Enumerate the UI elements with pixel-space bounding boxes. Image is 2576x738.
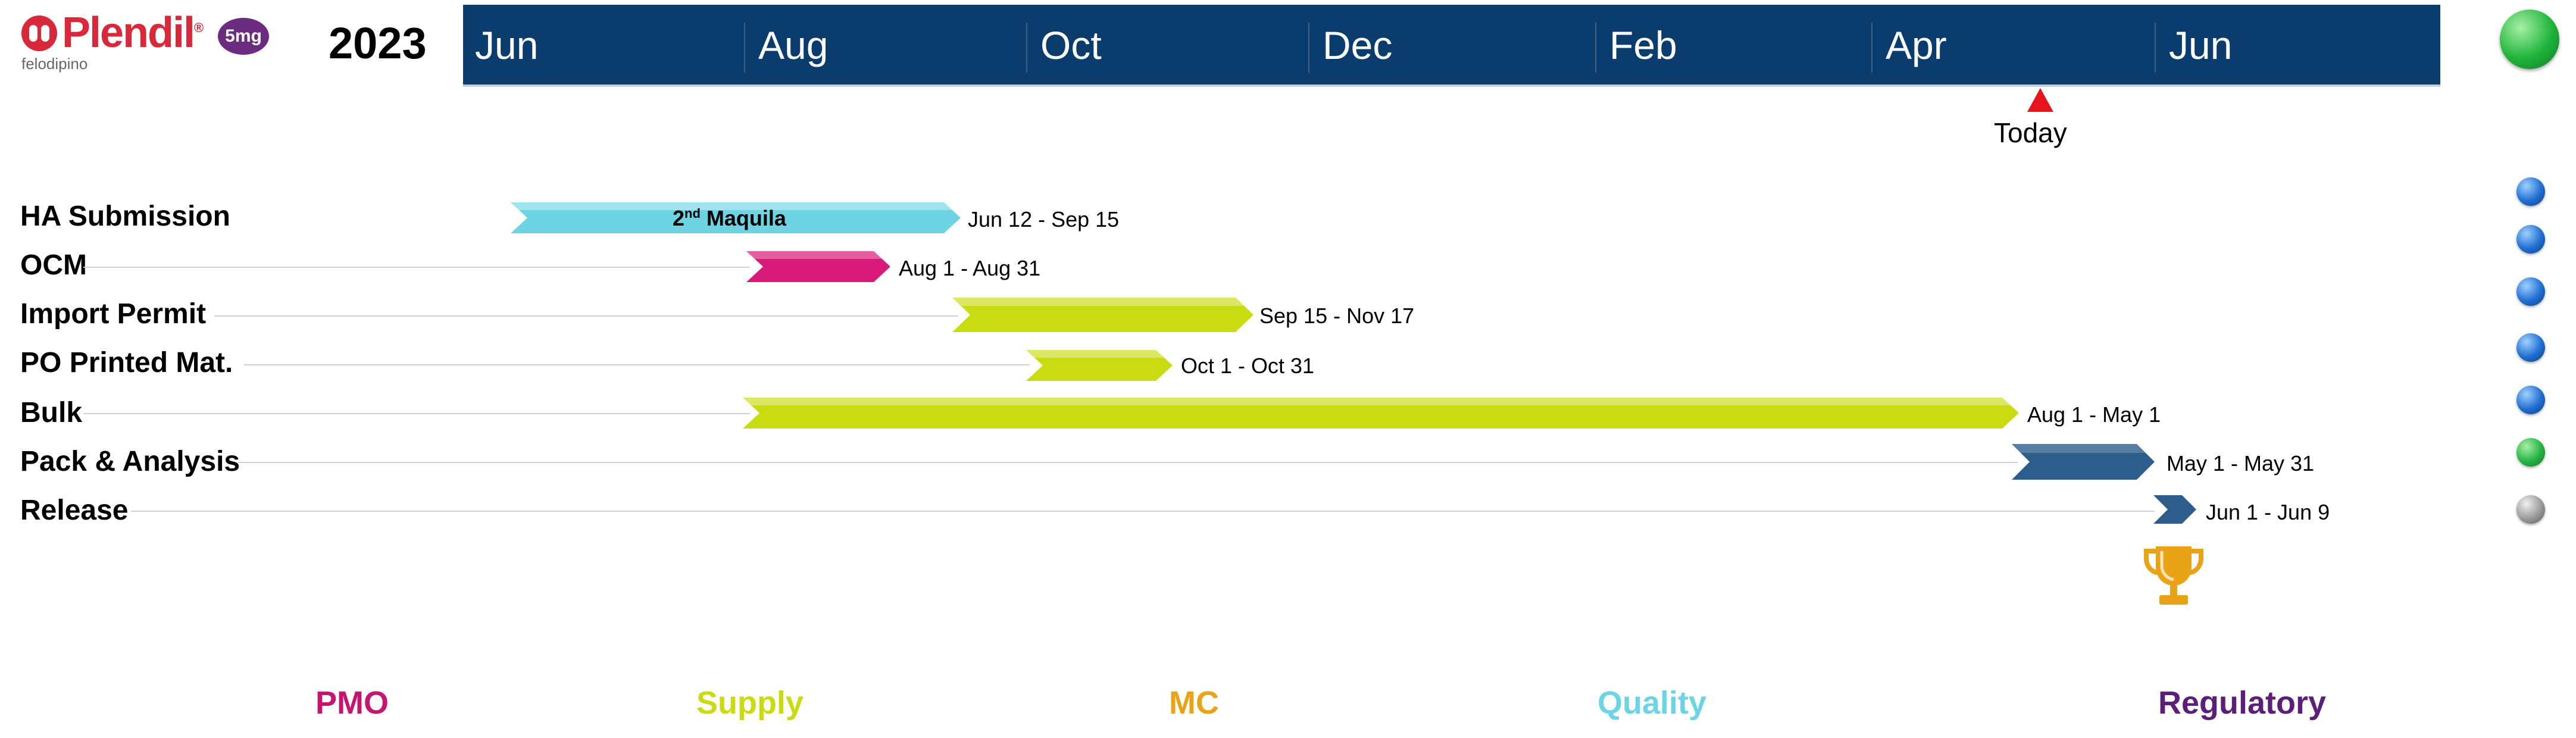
month-divider — [1871, 23, 1872, 73]
task-bar[interactable] — [2012, 444, 2155, 480]
category-pmo: PMO — [315, 685, 389, 721]
task-dates: Oct 1 - Oct 31 — [1181, 354, 1315, 378]
month-divider — [1308, 23, 1309, 73]
category-quality: Quality — [1598, 685, 1707, 721]
month-label: Apr — [1886, 23, 1947, 67]
month-label: Jun — [2169, 23, 2233, 67]
brand-logo: Plendil® felodipino 5mg — [21, 9, 271, 73]
task-dates: Aug 1 - May 1 — [2027, 402, 2161, 427]
bar-annotation: 2nd Maquila — [673, 206, 786, 230]
month-divider — [1026, 23, 1027, 73]
logo-brand: Plendil® — [62, 9, 204, 57]
month-divider — [744, 23, 745, 73]
task-bar[interactable] — [1026, 350, 1173, 381]
timeline-header: Jun Aug Oct Dec Feb Apr Jun — [463, 5, 2440, 87]
row-guide-line — [238, 462, 2018, 463]
task-label: Import Permit — [20, 298, 207, 330]
month-label: Dec — [1323, 23, 1393, 67]
task-label: Pack & Analysis — [20, 446, 240, 477]
trophy-icon — [2144, 546, 2203, 605]
logo-dose-badge: 5mg — [218, 18, 269, 55]
month-label: Oct — [1040, 23, 1102, 67]
row-guide-line — [131, 511, 2155, 512]
status-dot-icon — [2516, 277, 2545, 306]
timeline-year: 2023 — [329, 18, 427, 68]
task-label: PO Printed Mat. — [20, 347, 233, 379]
category-supply: Supply — [696, 685, 804, 721]
task-bar[interactable] — [743, 398, 2019, 429]
status-dot-icon — [2516, 177, 2545, 206]
task-bar[interactable] — [952, 298, 1253, 332]
row-guide-line — [83, 413, 750, 414]
task-label: Release — [20, 495, 129, 526]
today-label: Today — [1994, 117, 2067, 148]
row-guide-line — [244, 364, 1030, 365]
month-label: Jun — [475, 23, 539, 67]
today-marker-icon — [2027, 88, 2053, 112]
task-dates: Jun 1 - Jun 9 — [2206, 500, 2330, 524]
status-dot-icon — [2516, 438, 2545, 467]
status-dot-icon — [2516, 333, 2545, 362]
category-mc: MC — [1169, 685, 1219, 721]
month-label: Aug — [758, 23, 829, 67]
logo-mark-icon — [21, 15, 57, 51]
task-dates: May 1 - May 31 — [2167, 451, 2315, 476]
row-guide-line — [214, 315, 958, 317]
task-bar[interactable] — [746, 251, 890, 282]
month-divider — [1595, 23, 1596, 73]
task-dates: Jun 12 - Sep 15 — [968, 207, 1120, 232]
task-label: Bulk — [20, 397, 83, 429]
task-dates: Aug 1 - Aug 31 — [899, 256, 1041, 280]
status-dot-icon — [2516, 386, 2545, 414]
status-dot-icon — [2516, 225, 2545, 254]
task-label: HA Submission — [20, 201, 230, 232]
overall-status-icon — [2500, 10, 2559, 69]
row-guide-line — [83, 267, 750, 268]
logo-generic: felodipino — [21, 55, 88, 73]
month-divider — [2155, 23, 2156, 73]
task-label: OCM — [20, 249, 87, 281]
status-dot-icon — [2516, 495, 2545, 524]
task-bar[interactable] — [2153, 495, 2196, 524]
task-dates: Sep 15 - Nov 17 — [1259, 304, 1415, 328]
month-label: Feb — [1609, 23, 1677, 67]
category-regulatory: Regulatory — [2158, 685, 2327, 721]
